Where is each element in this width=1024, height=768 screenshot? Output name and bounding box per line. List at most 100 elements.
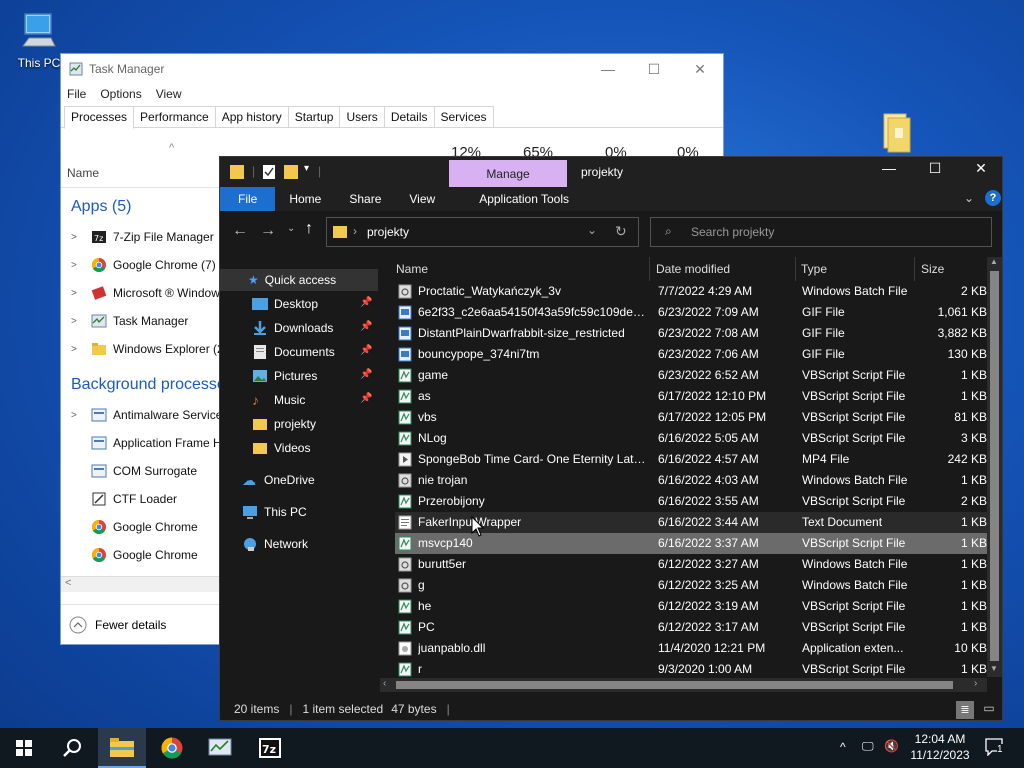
pin-icon[interactable]: 📌 bbox=[360, 321, 372, 332]
ribbon-tab-share[interactable]: Share bbox=[335, 192, 395, 206]
search-button[interactable] bbox=[48, 728, 96, 768]
maximize-button[interactable]: ☐ bbox=[912, 160, 958, 184]
breadcrumb[interactable]: projekty bbox=[367, 225, 409, 239]
horizontal-scrollbar[interactable]: ‹ › bbox=[380, 678, 987, 692]
address-bar[interactable]: › projekty ⌄ ↻ bbox=[326, 217, 639, 247]
file-row[interactable]: he 6/12/2022 3:19 AM VBScript Script File 1… bbox=[395, 596, 987, 617]
task-manager-titlebar[interactable]: Task Manager — ☐ ✕ bbox=[61, 54, 723, 84]
nav-videos[interactable]: Videos bbox=[252, 437, 310, 459]
file-row[interactable]: 6e2f33_c2e6aa54150f43a59fc59c109de7a4...… bbox=[395, 302, 987, 323]
file-row[interactable]: vbs 6/17/2022 12:05 PM VBScript Script Fil… bbox=[395, 407, 987, 428]
process-row[interactable]: > Microsoft ® Windows bbox=[71, 282, 226, 304]
show-hidden-icons-icon[interactable]: ^ bbox=[840, 740, 846, 754]
search-box[interactable]: ⌕ Search projekty bbox=[650, 217, 992, 247]
process-row[interactable]: > Task Manager bbox=[71, 310, 188, 332]
pin-icon[interactable]: 📌 bbox=[360, 297, 372, 308]
tab-details[interactable]: Details bbox=[383, 106, 435, 127]
process-row[interactable]: Google Chrome bbox=[71, 516, 198, 538]
nav-this-pc[interactable]: This PC bbox=[242, 501, 307, 523]
nav-music[interactable]: ♪ Music bbox=[252, 389, 305, 411]
process-row[interactable]: Application Frame H bbox=[71, 432, 222, 454]
column-type[interactable]: Type bbox=[801, 257, 915, 281]
scrollbar-thumb[interactable] bbox=[990, 271, 999, 661]
scroll-down-icon[interactable]: ▼ bbox=[990, 664, 998, 673]
tab-app-history[interactable]: App history bbox=[214, 106, 289, 127]
ribbon-tab-file[interactable]: File bbox=[220, 187, 276, 211]
desktop-folder-icon[interactable] bbox=[880, 110, 914, 157]
file-row[interactable]: g 6/12/2022 3:25 AM Windows Batch File 1 KB bbox=[395, 575, 987, 596]
file-row[interactable]: nie trojan 6/16/2022 4:03 AM Windows Batch… bbox=[395, 470, 987, 491]
column-name[interactable]: Name bbox=[396, 257, 650, 281]
notifications-button[interactable]: 1 bbox=[984, 738, 1004, 758]
expand-chevron-icon[interactable]: > bbox=[71, 232, 87, 243]
close-button[interactable]: ✕ bbox=[677, 61, 723, 78]
tab-startup[interactable]: Startup bbox=[287, 106, 341, 127]
expand-chevron-icon[interactable]: > bbox=[71, 260, 87, 271]
refresh-icon[interactable]: ↻ bbox=[615, 223, 627, 240]
pin-icon[interactable]: 📌 bbox=[360, 369, 372, 380]
scroll-left-icon[interactable]: < bbox=[65, 577, 71, 589]
expand-chevron-icon[interactable]: > bbox=[71, 288, 87, 299]
address-dropdown-icon[interactable]: ⌄ bbox=[587, 223, 597, 237]
nav-projekty[interactable]: projekty bbox=[252, 413, 316, 435]
pin-icon[interactable]: 📌 bbox=[360, 345, 372, 356]
manage-tab[interactable]: Manage bbox=[449, 160, 567, 188]
vertical-scrollbar[interactable]: ▲ ▼ bbox=[987, 257, 1002, 677]
process-row[interactable]: Google Chrome bbox=[71, 544, 198, 566]
nav-desktop[interactable]: Desktop bbox=[252, 293, 318, 315]
process-row[interactable]: COM Surrogate bbox=[71, 460, 197, 482]
file-row[interactable]: as 6/17/2022 12:10 PM VBScript Script File… bbox=[395, 386, 987, 407]
expand-chevron-icon[interactable]: > bbox=[71, 316, 87, 327]
start-button[interactable] bbox=[0, 728, 48, 768]
recent-locations-icon[interactable]: ⌄ bbox=[287, 223, 295, 234]
ribbon-tab-application-tools[interactable]: Application Tools bbox=[449, 192, 583, 206]
details-view-icon[interactable]: ≣ bbox=[956, 701, 974, 719]
column-name[interactable]: Name bbox=[67, 166, 99, 180]
forward-arrow-icon[interactable]: → bbox=[260, 222, 276, 240]
minimize-button[interactable]: — bbox=[866, 160, 912, 184]
menu-options[interactable]: Options bbox=[100, 87, 141, 101]
new-folder-icon[interactable] bbox=[284, 164, 298, 180]
file-row[interactable]: Przerobijony 6/16/2022 3:55 AM VBScript Sc… bbox=[395, 491, 987, 512]
taskbar-7zip[interactable]: 7z bbox=[246, 728, 294, 768]
file-row[interactable]: game 6/23/2022 6:52 AM VBScript Script Fil… bbox=[395, 365, 987, 386]
ribbon-tab-home[interactable]: Home bbox=[275, 192, 335, 206]
scrollbar-thumb[interactable] bbox=[396, 681, 953, 689]
help-icon[interactable]: ? bbox=[985, 190, 1001, 206]
nav-onedrive[interactable]: ☁ OneDrive bbox=[242, 469, 315, 491]
minimize-button[interactable]: — bbox=[585, 61, 631, 78]
taskbar-chrome[interactable] bbox=[148, 728, 196, 768]
expand-chevron-icon[interactable]: > bbox=[71, 410, 87, 421]
tab-users[interactable]: Users bbox=[339, 106, 385, 127]
process-row[interactable]: > Windows Explorer (2) bbox=[71, 338, 228, 360]
expand-chevron-icon[interactable]: > bbox=[71, 344, 87, 355]
tab-processes[interactable]: Processes bbox=[64, 106, 135, 129]
maximize-button[interactable]: ☐ bbox=[631, 61, 677, 78]
nav-documents[interactable]: Documents bbox=[252, 341, 335, 363]
horizontal-scrollbar[interactable]: < bbox=[61, 576, 221, 592]
menu-view[interactable]: View bbox=[156, 87, 182, 101]
nav-pictures[interactable]: Pictures bbox=[252, 365, 317, 387]
explorer-titlebar[interactable]: | ▾ | Manage projekty — ☐ ✕ bbox=[220, 157, 1002, 188]
volume-muted-icon[interactable]: 🔇 bbox=[884, 739, 899, 753]
file-row[interactable]: burutt5er 6/12/2022 3:27 AM Windows Batch … bbox=[395, 554, 987, 575]
back-arrow-icon[interactable]: ← bbox=[232, 222, 248, 240]
file-row[interactable]: DistantPlainDwarfrabbit-size_restricted 6… bbox=[395, 323, 987, 344]
process-row[interactable]: > 7z 7-Zip File Manager bbox=[71, 226, 214, 248]
file-row[interactable]: NLog 6/16/2022 5:05 AM VBScript Script Fil… bbox=[395, 428, 987, 449]
file-row[interactable]: Proctatic_Watykańczyk_3v 7/7/2022 4:29 AM… bbox=[395, 281, 987, 302]
nav-downloads[interactable]: Downloads bbox=[252, 317, 333, 339]
scroll-right-icon[interactable]: › bbox=[974, 678, 977, 689]
process-row[interactable]: > Antimalware Service bbox=[71, 404, 222, 426]
large-icons-view-icon[interactable]: ▭ bbox=[980, 701, 998, 719]
clock[interactable]: 12:04 AM 11/12/2023 bbox=[905, 731, 975, 763]
expand-ribbon-icon[interactable]: ⌄ bbox=[964, 191, 974, 205]
file-row[interactable]: juanpablo.dll 11/4/2020 12:21 PM Applicati… bbox=[395, 638, 987, 659]
taskbar-task-manager[interactable] bbox=[196, 728, 244, 768]
file-row[interactable]: SpongeBob Time Card- One Eternity Late..… bbox=[395, 449, 987, 470]
column-date-modified[interactable]: Date modified bbox=[656, 257, 796, 281]
customize-quick-access-icon[interactable]: ▾ bbox=[304, 163, 309, 174]
tab-performance[interactable]: Performance bbox=[133, 106, 216, 127]
properties-icon[interactable] bbox=[262, 164, 276, 180]
tab-services[interactable]: Services bbox=[433, 106, 494, 127]
